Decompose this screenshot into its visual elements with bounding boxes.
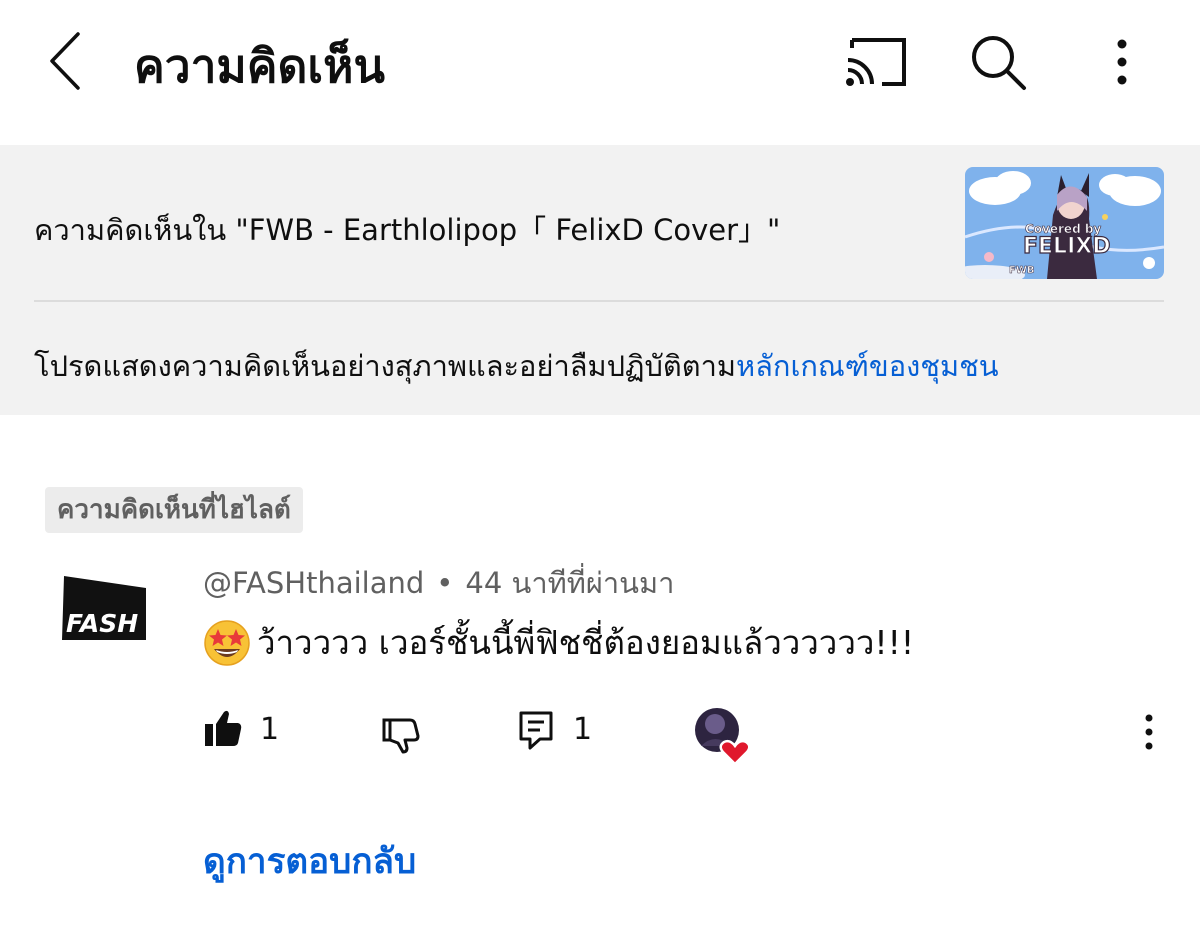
dislike-button[interactable]: [380, 714, 422, 756]
guideline-text: โปรดแสดงความคิดเห็นอย่างสุภาพและอย่าลืมป…: [34, 349, 736, 383]
like-button[interactable]: [203, 708, 243, 748]
more-vert-icon: [1117, 39, 1127, 85]
comment-author[interactable]: @FASHthailand: [203, 566, 424, 600]
comment-actions: 1 1: [0, 700, 1200, 770]
comment-body: ว้าวววว เวอร์ชั้นนี้พี่ฟิชชี่ต้องยอมแล้ว…: [203, 616, 914, 669]
more-options-button[interactable]: [1100, 34, 1144, 90]
thumbnail-image: Covered by FELIXD FWB: [965, 167, 1164, 279]
search-icon: [972, 36, 1026, 90]
back-button[interactable]: [36, 26, 96, 96]
highlighted-comment-badge: ความคิดเห็นที่ไฮไลต์: [45, 487, 303, 533]
comment-reply-icon: [519, 711, 553, 750]
top-app-bar: ความคิดเห็น: [0, 0, 1200, 130]
comment-more-button[interactable]: [1134, 710, 1164, 754]
star-struck-emoji-icon: [204, 619, 250, 666]
comment-time: 44 นาทีที่ผ่านมา: [465, 566, 675, 600]
video-title-line: ความคิดเห็นใน "FWB - Earthlolipop「 Felix…: [34, 213, 781, 247]
fash-logo: FASH: [62, 576, 146, 640]
divider: [34, 300, 1164, 302]
comment-text: ว้าวววว เวอร์ชั้นนี้พี่ฟิชชี่ต้องยอมแล้ว…: [257, 623, 915, 662]
comment-meta: @FASHthailand • 44 นาทีที่ผ่านมา: [203, 560, 674, 606]
chevron-left-icon: [50, 32, 80, 90]
commenter-avatar[interactable]: FASH: [62, 576, 146, 640]
thumbs-up-icon: [205, 710, 242, 746]
comments-info-panel: ความคิดเห็นใน "FWB - Earthlolipop「 Felix…: [0, 145, 1200, 415]
page-title: ความคิดเห็น: [134, 39, 385, 93]
reply-count: 1: [573, 712, 593, 747]
community-guideline-notice: โปรดแสดงความคิดเห็นอย่างสุภาพและอย่าลืมป…: [34, 343, 999, 389]
more-vert-icon: [1145, 714, 1153, 750]
thumbs-down-icon: [382, 718, 420, 754]
thumbnail-fwb: FWB: [1009, 265, 1034, 276]
like-count: 1: [260, 712, 280, 747]
creator-heart-badge: [693, 706, 753, 766]
search-button[interactable]: [966, 30, 1030, 94]
thumbnail-felixd: FELIXD: [1023, 234, 1110, 259]
comments-page: ความคิดเห็น ความคิดเห็นใน "FWB - Earthlo…: [0, 0, 1200, 931]
creator-heart-icon: [695, 708, 751, 766]
reply-button[interactable]: [518, 710, 554, 750]
avatar-logo-text: FASH: [66, 609, 138, 638]
cast-button[interactable]: [842, 34, 912, 90]
meta-separator: •: [436, 566, 454, 600]
video-thumbnail[interactable]: Covered by FELIXD FWB: [965, 167, 1164, 279]
cast-icon: [846, 38, 906, 86]
view-replies-link[interactable]: ดูการตอบกลับ: [203, 834, 416, 889]
community-guidelines-link[interactable]: หลักเกณฑ์ของชุมชน: [736, 349, 999, 383]
